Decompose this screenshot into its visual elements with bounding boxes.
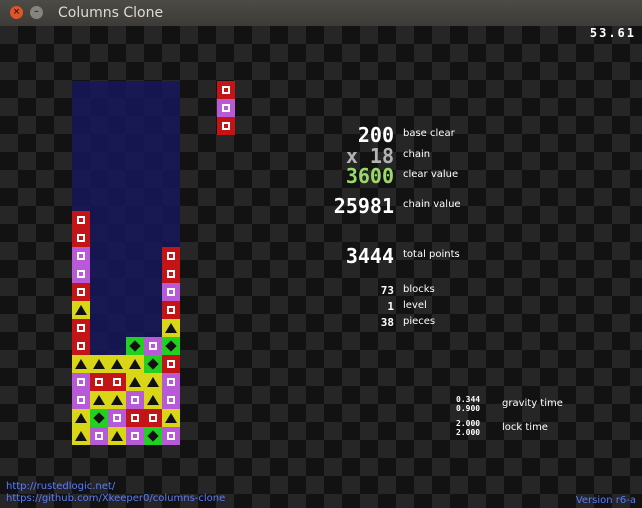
stat-total-points: 3444 total points bbox=[0, 244, 642, 268]
purple-gem bbox=[90, 427, 108, 445]
lock-time-label: lock time bbox=[502, 422, 548, 433]
yellow-gem bbox=[90, 355, 108, 373]
yellow-gem bbox=[126, 373, 144, 391]
gravity-time-value: 0.344 0.900 bbox=[456, 395, 481, 413]
level-value: 1 bbox=[387, 300, 394, 313]
red-gem bbox=[108, 373, 126, 391]
total-points-label: total points bbox=[403, 249, 460, 260]
yellow-gem bbox=[72, 409, 90, 427]
stat-chain-value: 25981 chain value bbox=[0, 194, 642, 218]
pieces-value: 38 bbox=[380, 316, 394, 329]
green-gem bbox=[126, 337, 144, 355]
fps-counter: 53.61 bbox=[589, 26, 636, 40]
yellow-gem bbox=[144, 373, 162, 391]
purple-gem bbox=[72, 391, 90, 409]
yellow-gem bbox=[72, 427, 90, 445]
version-label: Version r6-a bbox=[575, 495, 636, 506]
yellow-gem bbox=[126, 355, 144, 373]
close-icon: × bbox=[12, 7, 21, 17]
total-points-value: 3444 bbox=[345, 244, 394, 268]
clear-value-value: 3600 bbox=[345, 164, 394, 188]
purple-gem bbox=[162, 373, 180, 391]
yellow-gem bbox=[108, 355, 126, 373]
next-red-gem bbox=[217, 81, 235, 99]
green-gem bbox=[144, 355, 162, 373]
purple-gem bbox=[72, 373, 90, 391]
yellow-gem bbox=[72, 355, 90, 373]
red-gem bbox=[90, 373, 108, 391]
blocks-value: 73 bbox=[380, 284, 394, 297]
pieces-label: pieces bbox=[403, 316, 436, 327]
close-window-button[interactable]: × bbox=[10, 6, 23, 19]
stat-chain: x 18 chain bbox=[0, 144, 642, 168]
purple-gem bbox=[162, 427, 180, 445]
purple-gem bbox=[108, 409, 126, 427]
level-label: level bbox=[403, 300, 427, 311]
green-gem bbox=[90, 409, 108, 427]
gravity-time-label: gravity time bbox=[502, 398, 563, 409]
chain-value-label: chain value bbox=[403, 199, 461, 210]
gravity-timer: 0.344 0.900 gravity time bbox=[456, 395, 563, 415]
purple-gem bbox=[162, 391, 180, 409]
minimize-window-button[interactable]: – bbox=[30, 6, 43, 19]
stat-clear-value: 3600 clear value bbox=[0, 164, 642, 188]
clear-value-label: clear value bbox=[403, 169, 459, 180]
github-link[interactable]: https://github.com/Xkeeper0/columns-clon… bbox=[6, 493, 225, 504]
green-gem bbox=[144, 427, 162, 445]
game-canvas[interactable]: 53.61 200 base clear x 18 chain 3600 cle… bbox=[0, 26, 642, 508]
red-gem bbox=[162, 265, 180, 283]
lock-timer: 2.000 2.000 lock time bbox=[456, 419, 548, 439]
red-gem bbox=[144, 409, 162, 427]
lock-time-value: 2.000 2.000 bbox=[456, 419, 481, 437]
window-title: Columns Clone bbox=[58, 5, 164, 21]
red-gem bbox=[162, 355, 180, 373]
base-clear-label: base clear bbox=[403, 128, 455, 139]
window-titlebar: × – Columns Clone bbox=[0, 0, 642, 26]
purple-gem bbox=[72, 265, 90, 283]
minimize-icon: – bbox=[34, 7, 39, 17]
yellow-gem bbox=[108, 427, 126, 445]
yellow-gem bbox=[108, 391, 126, 409]
red-gem bbox=[126, 409, 144, 427]
site-link[interactable]: http://rustedlogic.net/ bbox=[6, 481, 115, 492]
chain-value-value: 25981 bbox=[333, 194, 394, 218]
purple-gem bbox=[126, 391, 144, 409]
purple-gem bbox=[144, 337, 162, 355]
blocks-label: blocks bbox=[403, 284, 435, 295]
yellow-gem bbox=[162, 409, 180, 427]
green-gem bbox=[162, 337, 180, 355]
next-purple-gem bbox=[217, 99, 235, 117]
purple-gem bbox=[126, 427, 144, 445]
stat-pieces: 38 pieces bbox=[0, 315, 642, 335]
red-gem bbox=[72, 337, 90, 355]
stat-base-clear: 200 base clear bbox=[0, 123, 642, 147]
yellow-gem bbox=[90, 391, 108, 409]
chain-label: chain bbox=[403, 149, 431, 160]
yellow-gem bbox=[144, 391, 162, 409]
